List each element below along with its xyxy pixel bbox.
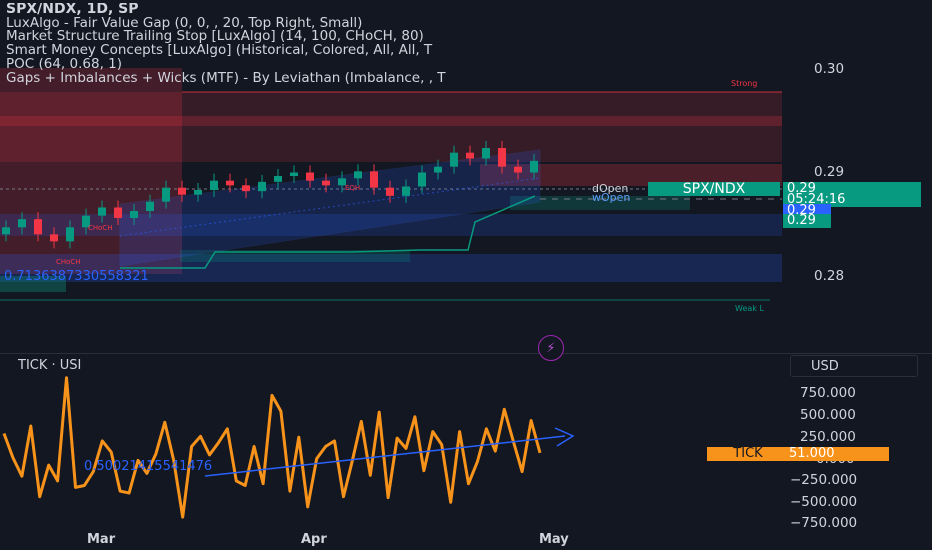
tick-label-badge: TICK xyxy=(707,447,789,461)
candle-body xyxy=(146,201,154,211)
candle-body xyxy=(386,187,394,196)
lightning-icon[interactable]: ⚡ xyxy=(538,335,564,361)
candle-body xyxy=(162,187,170,202)
candle-body xyxy=(418,172,426,187)
candle-body xyxy=(98,207,106,216)
candle-body xyxy=(178,187,186,195)
candle-body xyxy=(114,207,122,218)
candle-body xyxy=(322,180,330,186)
trend-channel xyxy=(119,149,541,267)
tick-axis-neg250: −250.000 xyxy=(790,472,858,488)
tick-axis-neg750: −750.000 xyxy=(790,515,858,531)
candle-body xyxy=(402,186,410,196)
candle-body xyxy=(210,180,218,190)
tick-axis-250: 250.000 xyxy=(800,429,856,445)
legend-gaps[interactable]: Gaps + Imbalances + Wicks (MTF) - By Lev… xyxy=(6,71,782,86)
candle-body xyxy=(530,160,538,173)
candle-body xyxy=(66,227,74,242)
choch-label: CHoCH xyxy=(88,224,113,232)
candle-body xyxy=(258,181,266,192)
candle-body xyxy=(226,180,234,186)
symbol-label-badge: SPX/NDX xyxy=(648,182,780,196)
candle-body xyxy=(2,227,10,235)
candle-body xyxy=(18,219,26,228)
candle-body xyxy=(354,171,362,179)
trend-arrow-label: 0.50021415541476 xyxy=(84,459,212,474)
x-axis-apr: Apr xyxy=(301,532,327,547)
weak-low-label: Weak L xyxy=(735,304,764,313)
candle-body xyxy=(466,152,474,159)
price-tick-028: 0.28 xyxy=(814,268,845,284)
poc-value-label: 0.7136387330558321 xyxy=(4,269,149,284)
candle-body xyxy=(290,172,298,176)
legend-smc[interactable]: Smart Money Concepts [LuxAlgo] (Historic… xyxy=(6,43,782,58)
candle-body xyxy=(482,148,490,159)
eqh-label: EQH xyxy=(345,184,360,192)
indicator-legend: SPX/NDX, 1D, SP LuxAlgo - Fair Value Gap… xyxy=(6,3,782,85)
price-tick-030: 0.30 xyxy=(814,61,845,77)
supply-zone-strong xyxy=(0,92,782,162)
price-tick-029: 0.29 xyxy=(814,164,845,180)
candle-body xyxy=(34,219,42,235)
choch-lower-label: CHoCH xyxy=(56,258,81,266)
candle-body xyxy=(50,234,58,242)
tick-axis-750: 750.000 xyxy=(800,385,856,401)
supply-zone-band-1 xyxy=(0,116,782,126)
tick-axis-neg500: −500.000 xyxy=(790,494,858,510)
wopen-label: wOpen xyxy=(592,191,630,204)
candle-body xyxy=(370,171,378,188)
candle-body xyxy=(130,211,138,218)
candle-body xyxy=(434,166,442,173)
green-price-badge: 0.29 xyxy=(783,214,831,228)
candle-body xyxy=(274,176,282,182)
x-axis-may: May xyxy=(539,532,569,547)
candle-body xyxy=(514,166,522,173)
candle-body xyxy=(194,190,202,195)
x-axis-mar: Mar xyxy=(87,532,116,547)
candle-body xyxy=(498,148,506,167)
candle-body xyxy=(306,172,314,181)
candle-body xyxy=(450,152,458,167)
tick-axis-500: 500.000 xyxy=(800,407,856,423)
tick-value-badge: 51.000 xyxy=(785,447,889,461)
candle-body xyxy=(242,185,250,192)
